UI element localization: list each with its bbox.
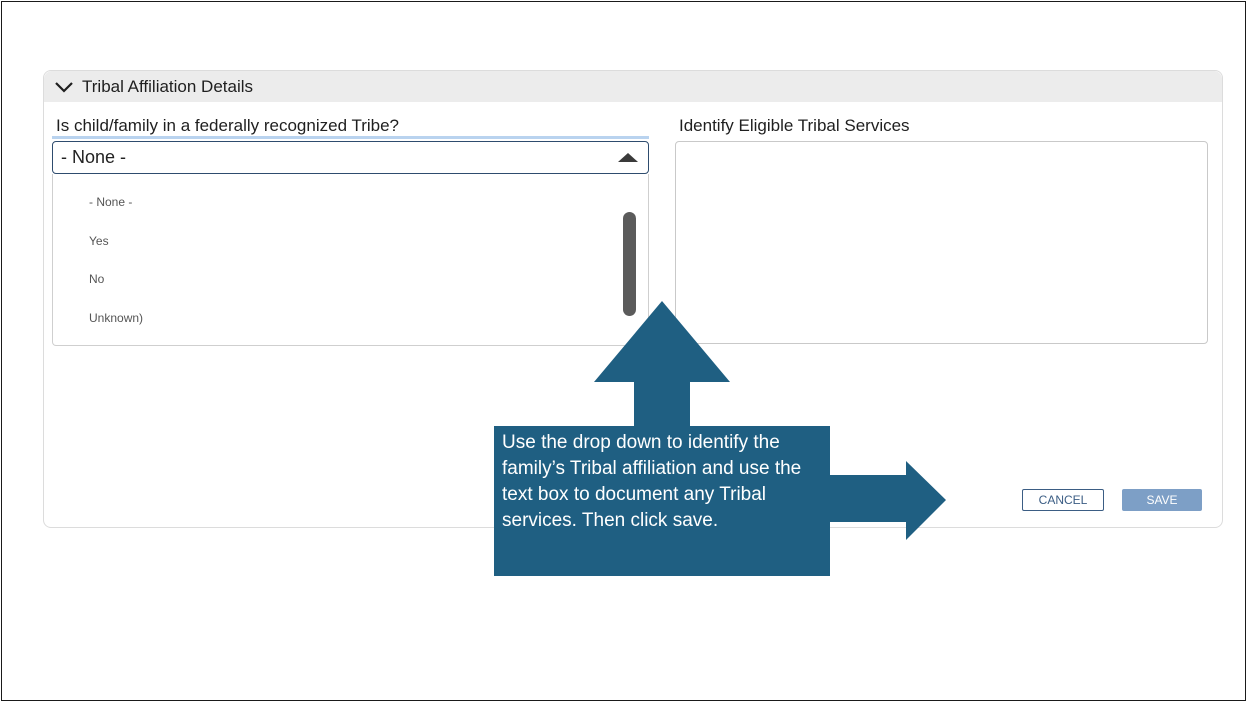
tribe-select-value: - None - <box>61 147 127 167</box>
services-label: Identify Eligible Tribal Services <box>679 116 910 135</box>
cancel-button[interactable]: CANCEL <box>1022 489 1104 511</box>
tribal-services-textbox[interactable] <box>675 141 1208 344</box>
tribe-options-list[interactable]: - None - Yes No Unknown) <box>52 174 649 346</box>
select-focus-ring <box>52 136 649 139</box>
chevron-down-icon[interactable] <box>54 80 74 94</box>
option-none[interactable]: - None - <box>89 195 132 209</box>
option-yes[interactable]: Yes <box>89 234 109 248</box>
option-unknown[interactable]: Unknown) <box>89 311 143 325</box>
tribe-question-label: Is child/family in a federally recognize… <box>56 116 399 135</box>
section-header[interactable]: Tribal Affiliation Details <box>44 71 1222 102</box>
option-no[interactable]: No <box>89 272 104 286</box>
tribe-select[interactable]: - None - <box>52 141 649 174</box>
caret-up-icon[interactable] <box>618 153 638 162</box>
instruction-callout: Use the drop down to identify the family… <box>494 426 830 576</box>
save-button[interactable]: SAVE <box>1122 489 1202 511</box>
scrollbar-thumb[interactable] <box>623 212 636 316</box>
section-title: Tribal Affiliation Details <box>82 77 254 96</box>
